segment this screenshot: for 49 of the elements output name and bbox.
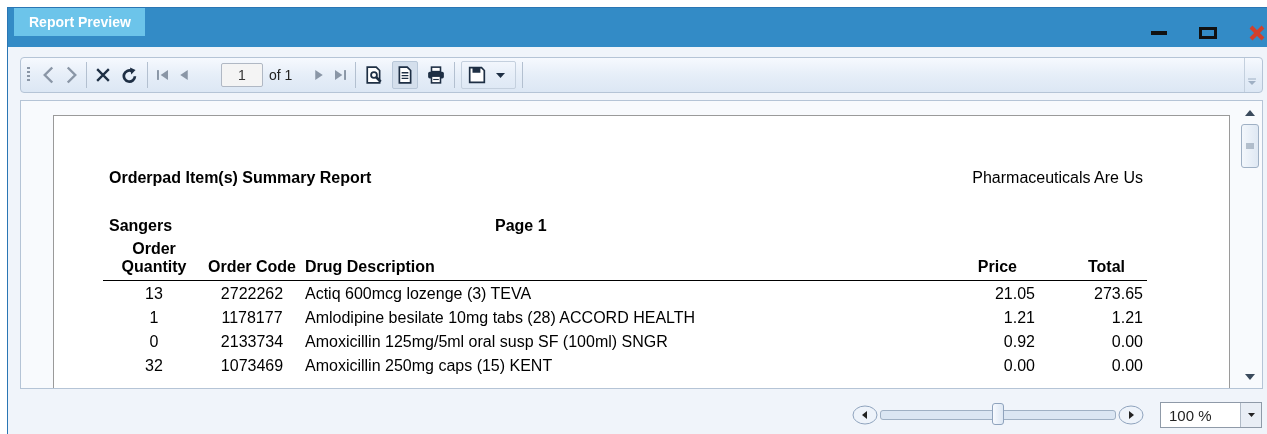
table-cell-text: 1073469 bbox=[219, 356, 285, 376]
dropdown-arrow-icon[interactable] bbox=[1247, 413, 1255, 417]
zoom-in-icon[interactable] bbox=[1118, 405, 1144, 425]
table-cell-text: 0.00 bbox=[1110, 332, 1144, 352]
column-header: Order Code bbox=[207, 257, 297, 277]
overflow-icon bbox=[1247, 78, 1256, 86]
table-cell-text: 32 bbox=[144, 356, 164, 376]
slider-thumb[interactable] bbox=[992, 403, 1004, 425]
table-cell-text: Amoxicillin 125mg/5ml oral susp SF (100ml) SNGR bbox=[304, 332, 669, 352]
table-cell-text: 1178177 bbox=[220, 308, 284, 328]
table-cell-text: Amlodipine besilate 10mg tabs (28) ACCORD HEALTH bbox=[304, 308, 697, 328]
scroll-down-icon[interactable] bbox=[1245, 374, 1255, 380]
table-cell-text: 0 bbox=[148, 332, 160, 352]
document-button[interactable] bbox=[392, 61, 419, 89]
table-cell-text: 1.21 bbox=[1110, 308, 1144, 328]
column-header: Price bbox=[976, 257, 1018, 277]
table-cell-text: 273.65 bbox=[1093, 284, 1144, 304]
column-header: Order Quantity bbox=[120, 240, 188, 277]
table-cell-text: Actiq 600mcg lozenge (3) TEVA bbox=[304, 284, 533, 304]
table-cell-text: 0.92 bbox=[1002, 332, 1036, 352]
caret-icon bbox=[496, 72, 506, 78]
maximize-icon[interactable] bbox=[1199, 27, 1217, 39]
zoom-out-icon[interactable] bbox=[852, 405, 878, 425]
column-header: Drug Description bbox=[304, 257, 436, 277]
customer-name: Sangers bbox=[109, 217, 174, 235]
window-title: Report Preview bbox=[14, 8, 145, 36]
table-cell-text: 1.21 bbox=[1002, 308, 1036, 328]
save-dropdown-button[interactable] bbox=[461, 61, 517, 89]
page-count: of 1 bbox=[269, 67, 293, 83]
report-title: Orderpad Item(s) Summary Report bbox=[109, 169, 372, 187]
table-cell-text: 0.00 bbox=[1110, 356, 1144, 376]
table-cell-text: 2133734 bbox=[219, 332, 285, 352]
table-cell-text: 0.00 bbox=[1002, 356, 1036, 376]
scroll-thumb[interactable] bbox=[1241, 124, 1259, 168]
grip-handle[interactable] bbox=[27, 67, 30, 83]
column-header: Total bbox=[1086, 257, 1126, 277]
minimize-icon[interactable] bbox=[1151, 30, 1167, 36]
table-cell-text: 21.05 bbox=[993, 284, 1036, 304]
table-cell-text: Amoxicillin 250mg caps (15) KENT bbox=[304, 356, 554, 376]
zoom-dropdown[interactable]: 100 % bbox=[1160, 402, 1262, 428]
page-number-field[interactable]: 1 bbox=[221, 63, 263, 87]
company-name: Pharmaceuticals Are Us bbox=[972, 169, 1143, 187]
page-label: Page 1 bbox=[495, 217, 547, 235]
zoom-slider[interactable] bbox=[880, 404, 1116, 426]
zoom-value: 100 % bbox=[1168, 406, 1213, 426]
table-cell-text: 13 bbox=[144, 284, 164, 304]
table-cell-text: 2722262 bbox=[219, 284, 285, 304]
scroll-up-icon[interactable] bbox=[1245, 110, 1255, 116]
table-cell-text: 1 bbox=[148, 308, 160, 328]
